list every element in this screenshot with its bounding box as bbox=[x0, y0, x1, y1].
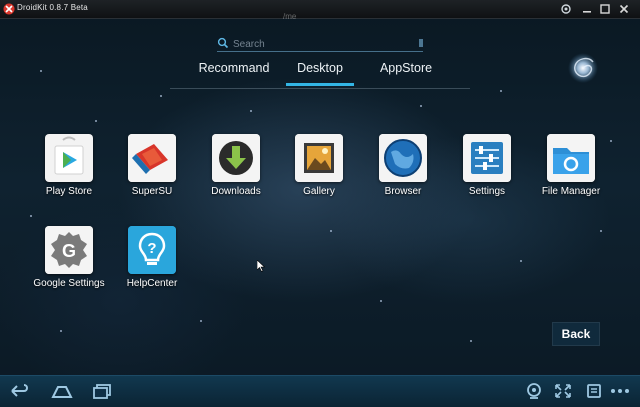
app-label: HelpCenter bbox=[126, 278, 178, 289]
navigation-bar bbox=[0, 375, 640, 407]
search-input[interactable] bbox=[231, 36, 415, 52]
close-icon[interactable] bbox=[617, 2, 631, 16]
status-text: /me bbox=[283, 12, 297, 21]
app-supersu[interactable]: SuperSU bbox=[109, 134, 195, 208]
helpcenter-icon: ? bbox=[128, 226, 176, 274]
app-downloads[interactable]: Downloads bbox=[193, 134, 279, 208]
app-gallery[interactable]: Gallery bbox=[276, 134, 362, 208]
file-manager-icon bbox=[547, 134, 595, 182]
settings-icon[interactable] bbox=[559, 2, 573, 16]
tab-recommand[interactable]: Recommand bbox=[182, 61, 286, 87]
search-bar[interactable] bbox=[217, 36, 423, 52]
fullscreen-icon[interactable] bbox=[551, 381, 575, 401]
tab-selected-indicator bbox=[286, 83, 354, 86]
app-label: SuperSU bbox=[131, 186, 173, 197]
app-label: Settings bbox=[468, 186, 506, 197]
svg-text:?: ? bbox=[147, 240, 156, 257]
app-label: Downloads bbox=[211, 186, 261, 197]
app-label: Google Settings bbox=[33, 278, 105, 289]
minimize-icon[interactable] bbox=[580, 2, 594, 16]
browser-icon bbox=[379, 134, 427, 182]
maximize-icon[interactable] bbox=[598, 2, 612, 16]
app-helpcenter[interactable]: ? HelpCenter bbox=[109, 226, 195, 300]
google-settings-icon: G bbox=[45, 226, 93, 274]
app-file-manager[interactable]: File Manager bbox=[528, 134, 614, 208]
galaxy-icon bbox=[568, 53, 598, 83]
app-label: File Manager bbox=[541, 186, 601, 197]
app-label: Gallery bbox=[303, 186, 335, 197]
window-title: DroidKit 0.8.7 Beta bbox=[17, 3, 88, 12]
back-button[interactable]: Back bbox=[552, 322, 600, 346]
back-icon[interactable] bbox=[8, 381, 32, 401]
search-end-marker bbox=[419, 39, 423, 47]
search-icon bbox=[217, 37, 229, 49]
play-store-icon bbox=[45, 134, 93, 182]
app-label: Browser bbox=[384, 186, 422, 197]
more-icon[interactable] bbox=[608, 381, 632, 401]
app-settings[interactable]: Settings bbox=[444, 134, 530, 208]
mouse-cursor-icon bbox=[257, 260, 265, 272]
app-browser[interactable]: Browser bbox=[360, 134, 446, 208]
app-label: Play Store bbox=[45, 186, 93, 197]
droidkit-logo-icon bbox=[3, 3, 15, 15]
rotate-icon[interactable] bbox=[582, 381, 606, 401]
app-play-store[interactable]: Play Store bbox=[26, 134, 112, 208]
window-titlebar[interactable]: DroidKit 0.8.7 Beta bbox=[0, 0, 640, 19]
tab-appstore[interactable]: AppStore bbox=[360, 61, 452, 87]
home-icon[interactable] bbox=[50, 381, 74, 401]
recent-apps-icon[interactable] bbox=[90, 381, 114, 401]
settings-icon bbox=[463, 134, 511, 182]
camera-icon[interactable] bbox=[522, 381, 546, 401]
app-google-settings[interactable]: G Google Settings bbox=[26, 226, 112, 300]
tab-bar: Recommand Desktop AppStore bbox=[170, 58, 470, 89]
downloads-icon bbox=[212, 134, 260, 182]
supersu-icon bbox=[128, 134, 176, 182]
gallery-icon bbox=[295, 134, 343, 182]
svg-text:G: G bbox=[62, 241, 76, 261]
